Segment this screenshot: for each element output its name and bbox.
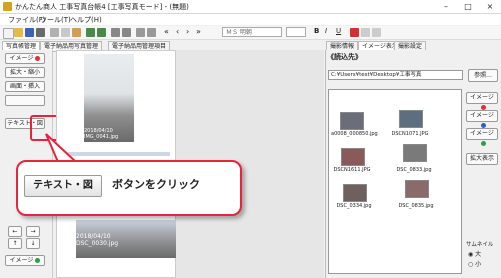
thumbnail-image[interactable] [340, 112, 364, 130]
font-size-select[interactable] [286, 27, 306, 37]
font-select[interactable]: ＭＳ 明朝 [222, 27, 282, 37]
thumbnail-image[interactable] [343, 184, 367, 202]
green-dot-icon [480, 141, 486, 146]
size-large-radio[interactable]: ◉ 大 [468, 249, 481, 258]
image-button[interactable]: イメージ [5, 53, 45, 64]
folder-path-input[interactable]: C:¥Users¥test¥Desktop¥工事写真 [328, 70, 463, 80]
thumbnail-label: a0008_000850.jpg [331, 131, 378, 137]
zoom-out-icon[interactable] [147, 28, 156, 37]
browse-button[interactable]: 参照... [468, 69, 498, 82]
image-blue-button[interactable]: イメージ [466, 110, 498, 128]
copy-icon[interactable] [61, 28, 70, 37]
red-dot-icon [35, 56, 41, 61]
first-page-icon[interactable]: « [164, 27, 169, 36]
menu-help[interactable]: ヘルプ(H) [70, 15, 102, 25]
image-button-2-label: イメージ [9, 257, 34, 264]
redo-icon[interactable] [97, 28, 106, 37]
align-left-icon[interactable] [361, 28, 370, 37]
image-red-button[interactable]: イメージ [466, 92, 498, 110]
thumbnail-image[interactable] [403, 144, 427, 162]
move-down-button[interactable]: ↓ [26, 238, 40, 249]
move-up-button[interactable]: ↑ [8, 238, 22, 249]
radio-empty-icon: ○ [468, 261, 474, 268]
save-icon[interactable] [25, 28, 34, 37]
app-logo-icon [3, 2, 12, 11]
text-color-icon[interactable] [350, 28, 359, 37]
bold-icon[interactable]: B [314, 27, 319, 35]
window-title: かんたん商人 工事写真台帳4 [工事写真モード] - (無題) [15, 3, 189, 11]
zoom-in-icon[interactable] [136, 28, 145, 37]
image-button-2[interactable]: イメージ [5, 255, 45, 266]
enlarge-button[interactable]: 拡大表示 [466, 153, 498, 165]
photo-filename: IMG_0041.jpg [84, 134, 119, 140]
photo-date-2: 2018/04/10 [76, 233, 111, 240]
image-green-label: イメージ [470, 130, 494, 137]
rotate-icon[interactable] [111, 28, 120, 37]
thumbnail-size-label: サムネイル [466, 242, 494, 248]
cut-icon[interactable] [50, 28, 59, 37]
thumbnail-label: DSCN1611.JPG [333, 167, 371, 173]
green-dot-icon [35, 258, 41, 263]
paste-icon[interactable] [72, 28, 81, 37]
align-center-icon[interactable] [372, 28, 381, 37]
image-button-label: イメージ [9, 55, 34, 62]
blank-button[interactable] [5, 95, 45, 106]
zoom-button[interactable]: 拡大・縮小 [5, 67, 45, 78]
source-header: 《読込先》 [327, 53, 362, 61]
photo-filename-2: DSC_0030.jpg [76, 240, 119, 247]
move-right-button[interactable]: → [26, 226, 40, 237]
size-small-radio[interactable]: ○ 小 [468, 259, 481, 268]
thumbnail-label: DSC_0835.jpg [398, 203, 434, 209]
image-red-label: イメージ [470, 94, 494, 101]
italic-icon[interactable]: I [325, 27, 327, 35]
radio-dot-icon: ◉ [468, 251, 474, 258]
size-large-label: 大 [475, 251, 482, 258]
last-page-icon[interactable]: » [196, 27, 201, 36]
close-button[interactable]: × [479, 0, 501, 13]
thumbnail-label: DSCN1071.JPG [391, 131, 429, 137]
thumbnail-label: DSC_0334.jpg [336, 203, 372, 209]
image-green-button[interactable]: イメージ [466, 128, 498, 146]
underline-icon[interactable]: U [336, 27, 341, 35]
thumbnail-image[interactable] [405, 180, 429, 198]
size-small-label: 小 [475, 261, 482, 268]
minimize-button[interactable]: – [435, 0, 457, 13]
undo-icon[interactable] [86, 28, 95, 37]
screen-insert-button[interactable]: 画面・挿入 [5, 81, 45, 92]
image-blue-label: イメージ [470, 112, 494, 119]
thumbnail-image[interactable] [399, 110, 423, 128]
print-icon[interactable] [36, 28, 45, 37]
new-file-icon[interactable] [3, 28, 14, 39]
menu-tools[interactable]: ツール(T) [40, 15, 71, 25]
thumbnail-label: DSC_0833.jpg [396, 167, 432, 173]
open-folder-icon[interactable] [14, 28, 23, 37]
thumbnail-image[interactable] [341, 148, 365, 166]
move-left-button[interactable]: ← [8, 226, 22, 237]
callout-instruction-text: ボタンをクリック [112, 178, 200, 191]
callout-text-shape-button: テキスト・図 [24, 175, 102, 197]
maximize-button[interactable]: □ [457, 0, 479, 13]
prev-page-icon[interactable]: ‹ [176, 27, 179, 36]
next-page-icon[interactable]: › [186, 27, 189, 36]
crop-icon[interactable] [122, 28, 131, 37]
